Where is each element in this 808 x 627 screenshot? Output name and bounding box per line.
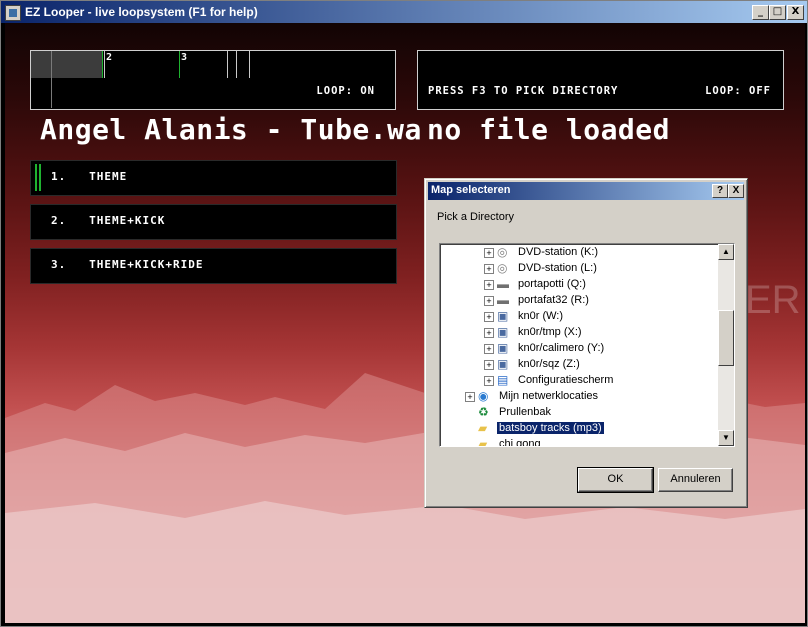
tree-item-label: Mijn netwerklocaties	[499, 390, 599, 402]
scroll-up-button[interactable]: ▲	[718, 244, 734, 260]
left-deck-display[interactable]: 2 3 LOOP: ON	[30, 50, 396, 110]
folder-icon: ▰	[478, 421, 488, 435]
tree-item-label: portafat32 (R:)	[518, 294, 589, 306]
tree-item-label: kn0r/tmp (X:)	[518, 326, 582, 338]
select-folder-dialog: Map selecteren ? X Pick a Directory ▰ chi…	[424, 178, 748, 508]
scroll-down-button[interactable]: ▼	[718, 430, 734, 446]
network-places-icon: ◉	[478, 389, 489, 403]
loop-marker[interactable]	[249, 51, 250, 78]
cancel-button[interactable]: Annuleren	[658, 468, 733, 492]
window-title: EZ Looper - live loopsystem (F1 for help…	[25, 5, 258, 19]
recycle-bin-icon: ♻	[478, 405, 489, 419]
background-logo-text: ER	[745, 278, 801, 322]
left-loop-status: LOOP: ON	[316, 85, 375, 97]
tree-item-label: batsboy tracks (mp3)	[496, 421, 605, 435]
expand-icon[interactable]: +	[484, 376, 494, 386]
scroll-thumb[interactable]	[718, 310, 734, 366]
control-panel-icon: ▤	[497, 373, 509, 387]
tree-item-label: DVD-station (K:)	[518, 246, 599, 258]
tree-item-label: DVD-station (L:)	[518, 262, 597, 274]
tree-item-label: Prullenbak	[499, 406, 551, 418]
folder-icon: ▰	[478, 437, 488, 447]
expand-icon[interactable]: +	[484, 280, 494, 290]
marker-label-3: 3	[181, 52, 188, 63]
cd-drive-icon: ◎	[497, 261, 508, 275]
network-drive-icon: ▣	[497, 325, 509, 339]
folder-tree[interactable]: ▰ chi gong ▰ batsboy tracks (mp3) ♻ Prullenba…	[439, 243, 735, 447]
maximize-button[interactable]: □	[769, 5, 786, 20]
tree-item-label: portapotti (Q:)	[518, 278, 586, 290]
tree-item-label: chi gong	[499, 438, 541, 447]
app-window: EZ Looper - live loopsystem (F1 for help…	[0, 0, 808, 627]
segment-3[interactable]: 3. THEME+KICK+RIDE	[30, 248, 397, 284]
left-track-title: Angel Alanis - Tube.wa	[40, 113, 422, 146]
right-track-title: no file loaded	[427, 113, 671, 146]
disk-drive-icon: ▬	[497, 277, 509, 291]
close-button[interactable]: X	[787, 5, 804, 20]
expand-icon[interactable]: +	[484, 264, 494, 274]
loop-marker-3[interactable]	[179, 51, 180, 78]
segment-label: 1. THEME	[51, 170, 128, 183]
expand-icon[interactable]: +	[484, 312, 494, 322]
dialog-title-bar[interactable]: Map selecteren ? X	[428, 182, 744, 200]
marker-label-2: 2	[106, 52, 113, 63]
network-drive-icon: ▣	[497, 309, 509, 323]
active-indicator	[35, 164, 37, 191]
expand-icon[interactable]: +	[465, 392, 475, 402]
tree-item-label: kn0r (W:)	[518, 310, 564, 322]
expand-icon[interactable]: +	[484, 360, 494, 370]
dialog-title: Map selecteren	[431, 184, 511, 196]
right-deck-display[interactable]: PRESS F3 TO PICK DIRECTORY LOOP: OFF	[417, 50, 784, 110]
cd-drive-icon: ◎	[497, 245, 508, 259]
expand-icon[interactable]: +	[484, 248, 494, 258]
tree-item-label: Configuratiescherm	[518, 374, 614, 386]
active-indicator	[39, 164, 41, 191]
app-icon	[5, 5, 21, 21]
ok-button[interactable]: OK	[577, 467, 654, 493]
segment-label: 2. THEME+KICK	[51, 214, 166, 227]
disk-drive-icon: ▬	[497, 293, 509, 307]
segment-1[interactable]: 1. THEME	[30, 160, 397, 196]
loop-marker[interactable]	[227, 51, 228, 78]
right-loop-status: LOOP: OFF	[705, 85, 771, 97]
loop-marker[interactable]	[236, 51, 237, 78]
minimize-button[interactable]: _	[752, 5, 769, 20]
start-marker[interactable]	[51, 51, 52, 108]
network-drive-icon: ▣	[497, 357, 509, 371]
help-button[interactable]: ?	[712, 184, 728, 198]
dialog-prompt: Pick a Directory	[437, 211, 515, 223]
waveform-position	[31, 51, 103, 78]
loop-marker-2[interactable]	[104, 51, 105, 78]
segment-label: 3. THEME+KICK+RIDE	[51, 258, 204, 271]
expand-icon[interactable]: +	[484, 296, 494, 306]
segment-2[interactable]: 2. THEME+KICK	[30, 204, 397, 240]
network-drive-icon: ▣	[497, 341, 509, 355]
expand-icon[interactable]: +	[484, 344, 494, 354]
expand-icon[interactable]: +	[484, 328, 494, 338]
tree-scrollbar[interactable]: ▲ ▼	[718, 244, 734, 446]
tree-item-label: kn0r/sqz (Z:)	[518, 358, 580, 370]
playhead-marker	[102, 51, 103, 78]
tree-item-label: kn0r/calimero (Y:)	[518, 342, 605, 354]
pick-directory-hint: PRESS F3 TO PICK DIRECTORY	[428, 85, 619, 97]
dialog-close-button[interactable]: X	[728, 184, 744, 198]
title-bar[interactable]: EZ Looper - live loopsystem (F1 for help…	[1, 1, 807, 23]
